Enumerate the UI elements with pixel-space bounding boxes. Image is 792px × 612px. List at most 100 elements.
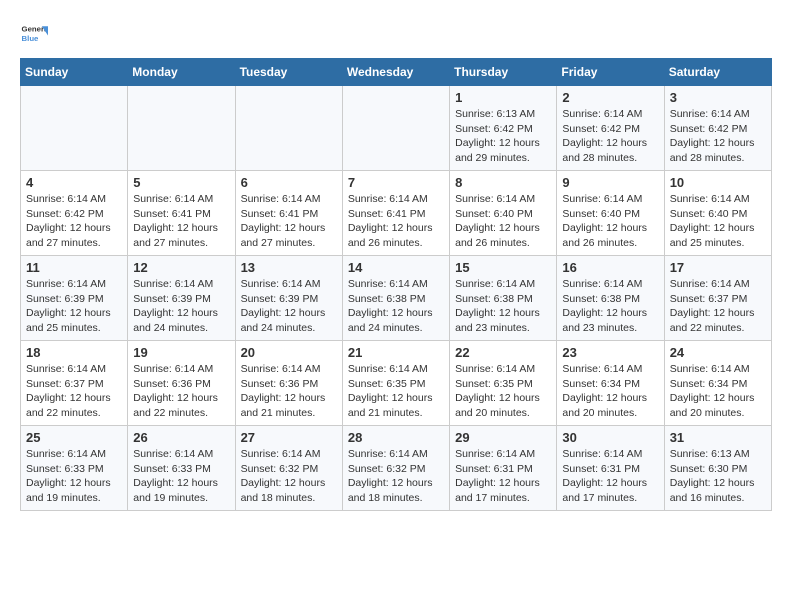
calendar-cell: 19 Sunrise: 6:14 AM Sunset: 6:36 PM Dayli…	[128, 341, 235, 426]
day-number: 31	[670, 430, 766, 445]
calendar-cell: 9Sunrise: 6:14 AM Sunset: 6:40 PM Daylig…	[557, 171, 664, 256]
calendar-table: SundayMondayTuesdayWednesdayThursdayFrid…	[20, 58, 772, 511]
weekday-wednesday: Wednesday	[342, 59, 449, 86]
weekday-sunday: Sunday	[21, 59, 128, 86]
day-number: 26	[133, 430, 229, 445]
day-number: 16	[562, 260, 658, 275]
calendar-cell: 24Sunrise: 6:14 AM Sunset: 6:34 PM Dayli…	[664, 341, 771, 426]
calendar-header: SundayMondayTuesdayWednesdayThursdayFrid…	[21, 59, 772, 86]
week-row-3: 11 Sunrise: 6:14 AM Sunset: 6:39 PM Dayli…	[21, 256, 772, 341]
weekday-saturday: Saturday	[664, 59, 771, 86]
calendar-cell: 30 Sunrise: 6:14 AM Sunset: 6:31 PM Dayli…	[557, 426, 664, 511]
day-info: Sunrise: 6:14 AM Sunset: 6:38 PM Dayligh…	[562, 277, 658, 336]
calendar-cell: 27 Sunrise: 6:14 AM Sunset: 6:32 PM Dayli…	[235, 426, 342, 511]
day-info: Sunrise: 6:14 AM Sunset: 6:31 PM Dayligh…	[562, 447, 658, 506]
calendar-cell: 17 Sunrise: 6:14 AM Sunset: 6:37 PM Dayli…	[664, 256, 771, 341]
day-info: Sunrise: 6:14 AM Sunset: 6:33 PM Dayligh…	[26, 447, 122, 506]
calendar-cell: 7 Sunrise: 6:14 AM Sunset: 6:41 PM Daylig…	[342, 171, 449, 256]
day-info: Sunrise: 6:14 AM Sunset: 6:32 PM Dayligh…	[348, 447, 444, 506]
week-row-5: 25Sunrise: 6:14 AM Sunset: 6:33 PM Dayli…	[21, 426, 772, 511]
day-info: Sunrise: 6:13 AM Sunset: 6:30 PM Dayligh…	[670, 447, 766, 506]
calendar-cell: 13 Sunrise: 6:14 AM Sunset: 6:39 PM Dayli…	[235, 256, 342, 341]
calendar-cell: 12Sunrise: 6:14 AM Sunset: 6:39 PM Dayli…	[128, 256, 235, 341]
day-number: 21	[348, 345, 444, 360]
day-info: Sunrise: 6:14 AM Sunset: 6:37 PM Dayligh…	[670, 277, 766, 336]
day-number: 2	[562, 90, 658, 105]
day-info: Sunrise: 6:14 AM Sunset: 6:41 PM Dayligh…	[241, 192, 337, 251]
day-info: Sunrise: 6:14 AM Sunset: 6:42 PM Dayligh…	[670, 107, 766, 166]
day-info: Sunrise: 6:14 AM Sunset: 6:42 PM Dayligh…	[26, 192, 122, 251]
day-info: Sunrise: 6:14 AM Sunset: 6:33 PM Dayligh…	[133, 447, 229, 506]
weekday-row: SundayMondayTuesdayWednesdayThursdayFrid…	[21, 59, 772, 86]
day-number: 1	[455, 90, 551, 105]
day-info: Sunrise: 6:14 AM Sunset: 6:39 PM Dayligh…	[241, 277, 337, 336]
day-number: 5	[133, 175, 229, 190]
calendar-cell: 15 Sunrise: 6:14 AM Sunset: 6:38 PM Dayli…	[450, 256, 557, 341]
weekday-monday: Monday	[128, 59, 235, 86]
calendar-cell: 31 Sunrise: 6:13 AM Sunset: 6:30 PM Dayli…	[664, 426, 771, 511]
day-number: 8	[455, 175, 551, 190]
weekday-tuesday: Tuesday	[235, 59, 342, 86]
day-info: Sunrise: 6:14 AM Sunset: 6:38 PM Dayligh…	[348, 277, 444, 336]
page-header: General Blue	[20, 20, 772, 48]
day-number: 20	[241, 345, 337, 360]
day-info: Sunrise: 6:14 AM Sunset: 6:32 PM Dayligh…	[241, 447, 337, 506]
calendar-cell: 10Sunrise: 6:14 AM Sunset: 6:40 PM Dayli…	[664, 171, 771, 256]
day-number: 3	[670, 90, 766, 105]
calendar-cell: 14 Sunrise: 6:14 AM Sunset: 6:38 PM Dayli…	[342, 256, 449, 341]
day-number: 24	[670, 345, 766, 360]
day-info: Sunrise: 6:14 AM Sunset: 6:40 PM Dayligh…	[670, 192, 766, 251]
day-info: Sunrise: 6:14 AM Sunset: 6:40 PM Dayligh…	[562, 192, 658, 251]
day-number: 29	[455, 430, 551, 445]
day-number: 7	[348, 175, 444, 190]
calendar-cell: 25Sunrise: 6:14 AM Sunset: 6:33 PM Dayli…	[21, 426, 128, 511]
calendar-cell	[128, 86, 235, 171]
calendar-body: 1 Sunrise: 6:13 AM Sunset: 6:42 PM Daylig…	[21, 86, 772, 511]
day-number: 4	[26, 175, 122, 190]
calendar-cell: 1 Sunrise: 6:13 AM Sunset: 6:42 PM Daylig…	[450, 86, 557, 171]
week-row-2: 4 Sunrise: 6:14 AM Sunset: 6:42 PM Daylig…	[21, 171, 772, 256]
calendar-cell: 18Sunrise: 6:14 AM Sunset: 6:37 PM Dayli…	[21, 341, 128, 426]
day-number: 22	[455, 345, 551, 360]
day-info: Sunrise: 6:14 AM Sunset: 6:41 PM Dayligh…	[348, 192, 444, 251]
week-row-1: 1 Sunrise: 6:13 AM Sunset: 6:42 PM Daylig…	[21, 86, 772, 171]
calendar-cell: 20 Sunrise: 6:14 AM Sunset: 6:36 PM Dayli…	[235, 341, 342, 426]
calendar-cell: 4 Sunrise: 6:14 AM Sunset: 6:42 PM Daylig…	[21, 171, 128, 256]
day-number: 30	[562, 430, 658, 445]
day-info: Sunrise: 6:14 AM Sunset: 6:31 PM Dayligh…	[455, 447, 551, 506]
day-info: Sunrise: 6:14 AM Sunset: 6:35 PM Dayligh…	[455, 362, 551, 421]
calendar-cell	[235, 86, 342, 171]
day-number: 14	[348, 260, 444, 275]
day-info: Sunrise: 6:14 AM Sunset: 6:36 PM Dayligh…	[133, 362, 229, 421]
calendar-cell: 6 Sunrise: 6:14 AM Sunset: 6:41 PM Daylig…	[235, 171, 342, 256]
day-number: 6	[241, 175, 337, 190]
calendar-cell: 26 Sunrise: 6:14 AM Sunset: 6:33 PM Dayli…	[128, 426, 235, 511]
day-number: 15	[455, 260, 551, 275]
logo: General Blue	[20, 20, 52, 48]
day-number: 28	[348, 430, 444, 445]
day-info: Sunrise: 6:14 AM Sunset: 6:36 PM Dayligh…	[241, 362, 337, 421]
day-number: 11	[26, 260, 122, 275]
calendar-cell: 16 Sunrise: 6:14 AM Sunset: 6:38 PM Dayli…	[557, 256, 664, 341]
day-number: 27	[241, 430, 337, 445]
day-number: 19	[133, 345, 229, 360]
day-number: 23	[562, 345, 658, 360]
calendar-cell: 2Sunrise: 6:14 AM Sunset: 6:42 PM Daylig…	[557, 86, 664, 171]
logo-icon: General Blue	[20, 20, 48, 48]
weekday-thursday: Thursday	[450, 59, 557, 86]
calendar-cell: 23Sunrise: 6:14 AM Sunset: 6:34 PM Dayli…	[557, 341, 664, 426]
day-info: Sunrise: 6:13 AM Sunset: 6:42 PM Dayligh…	[455, 107, 551, 166]
calendar-cell: 29 Sunrise: 6:14 AM Sunset: 6:31 PM Dayli…	[450, 426, 557, 511]
day-info: Sunrise: 6:14 AM Sunset: 6:37 PM Dayligh…	[26, 362, 122, 421]
calendar-cell	[21, 86, 128, 171]
calendar-cell: 22 Sunrise: 6:14 AM Sunset: 6:35 PM Dayli…	[450, 341, 557, 426]
calendar-cell: 3 Sunrise: 6:14 AM Sunset: 6:42 PM Daylig…	[664, 86, 771, 171]
day-info: Sunrise: 6:14 AM Sunset: 6:39 PM Dayligh…	[133, 277, 229, 336]
calendar-cell: 5Sunrise: 6:14 AM Sunset: 6:41 PM Daylig…	[128, 171, 235, 256]
day-number: 17	[670, 260, 766, 275]
svg-text:Blue: Blue	[22, 34, 40, 43]
day-info: Sunrise: 6:14 AM Sunset: 6:40 PM Dayligh…	[455, 192, 551, 251]
calendar-cell: 28 Sunrise: 6:14 AM Sunset: 6:32 PM Dayli…	[342, 426, 449, 511]
day-number: 13	[241, 260, 337, 275]
day-info: Sunrise: 6:14 AM Sunset: 6:38 PM Dayligh…	[455, 277, 551, 336]
